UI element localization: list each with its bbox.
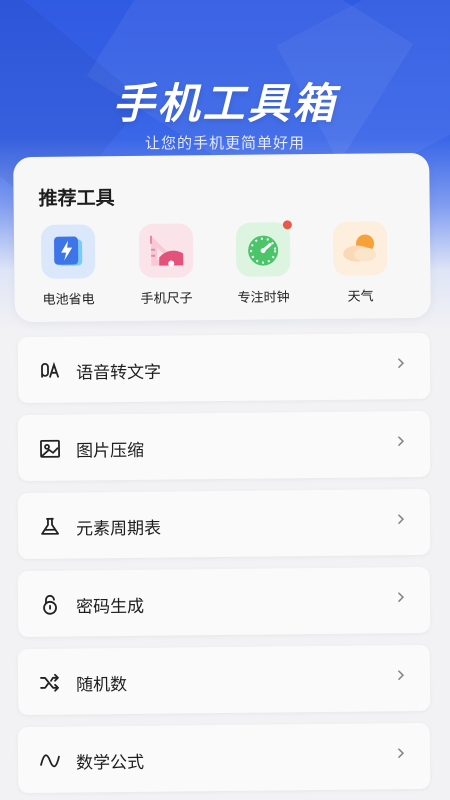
list-item-label: 随机数: [75, 675, 128, 696]
list-item-label: 元素周期表: [75, 518, 162, 540]
tool-battery-saver[interactable]: 电池省电: [20, 224, 117, 308]
list-item-password-generator[interactable]: 密码生成: [17, 566, 431, 638]
formula-icon: [38, 749, 62, 773]
chevron-right-icon: [394, 511, 408, 525]
list-item-label: 图片压缩: [75, 440, 145, 462]
list-item-label: 数学公式: [75, 752, 145, 774]
list-item-speech-to-text[interactable]: 语音转文字: [17, 332, 431, 404]
chevron-right-icon: [394, 667, 408, 681]
lock-icon: [38, 593, 62, 617]
app-subtitle: 让您的手机更简单好用: [144, 134, 305, 152]
tool-label: 手机尺子: [140, 291, 193, 307]
chevron-right-icon: [394, 433, 408, 447]
shuffle-icon: [38, 671, 62, 695]
weather-icon: [332, 221, 388, 276]
speech-to-text-icon: [38, 359, 62, 383]
list-item-label: 密码生成: [75, 596, 145, 618]
chevron-right-icon: [394, 589, 408, 603]
tool-focus-clock[interactable]: 专注时钟: [215, 220, 312, 306]
chevron-right-icon: [394, 745, 408, 759]
tool-label: 天气: [347, 289, 374, 305]
list-item-label: 语音转文字: [75, 362, 162, 384]
tool-label: 专注时钟: [237, 290, 290, 306]
list-item-image-compress[interactable]: 图片压缩: [17, 410, 431, 482]
recommended-tools-card: 推荐工具 电池省电 手机尺子 专注时钟 天气: [13, 152, 431, 323]
notification-badge: [282, 220, 292, 230]
tool-phone-ruler[interactable]: 手机尺子: [118, 223, 215, 307]
battery-icon: [40, 224, 96, 279]
clock-icon: [235, 220, 292, 277]
image-icon: [38, 437, 62, 461]
tool-label: 电池省电: [42, 292, 95, 308]
app-title: 手机工具箱: [112, 79, 338, 128]
flask-icon: [38, 515, 62, 539]
list-item-random-number[interactable]: 随机数: [17, 644, 431, 716]
ruler-icon: [138, 223, 194, 278]
list-item-periodic-table[interactable]: 元素周期表: [17, 488, 431, 560]
tool-weather[interactable]: 天气: [312, 221, 409, 305]
chevron-right-icon: [394, 355, 408, 369]
list-item-math-formula[interactable]: 数学公式: [17, 722, 431, 794]
recommended-title: 推荐工具: [38, 187, 115, 210]
